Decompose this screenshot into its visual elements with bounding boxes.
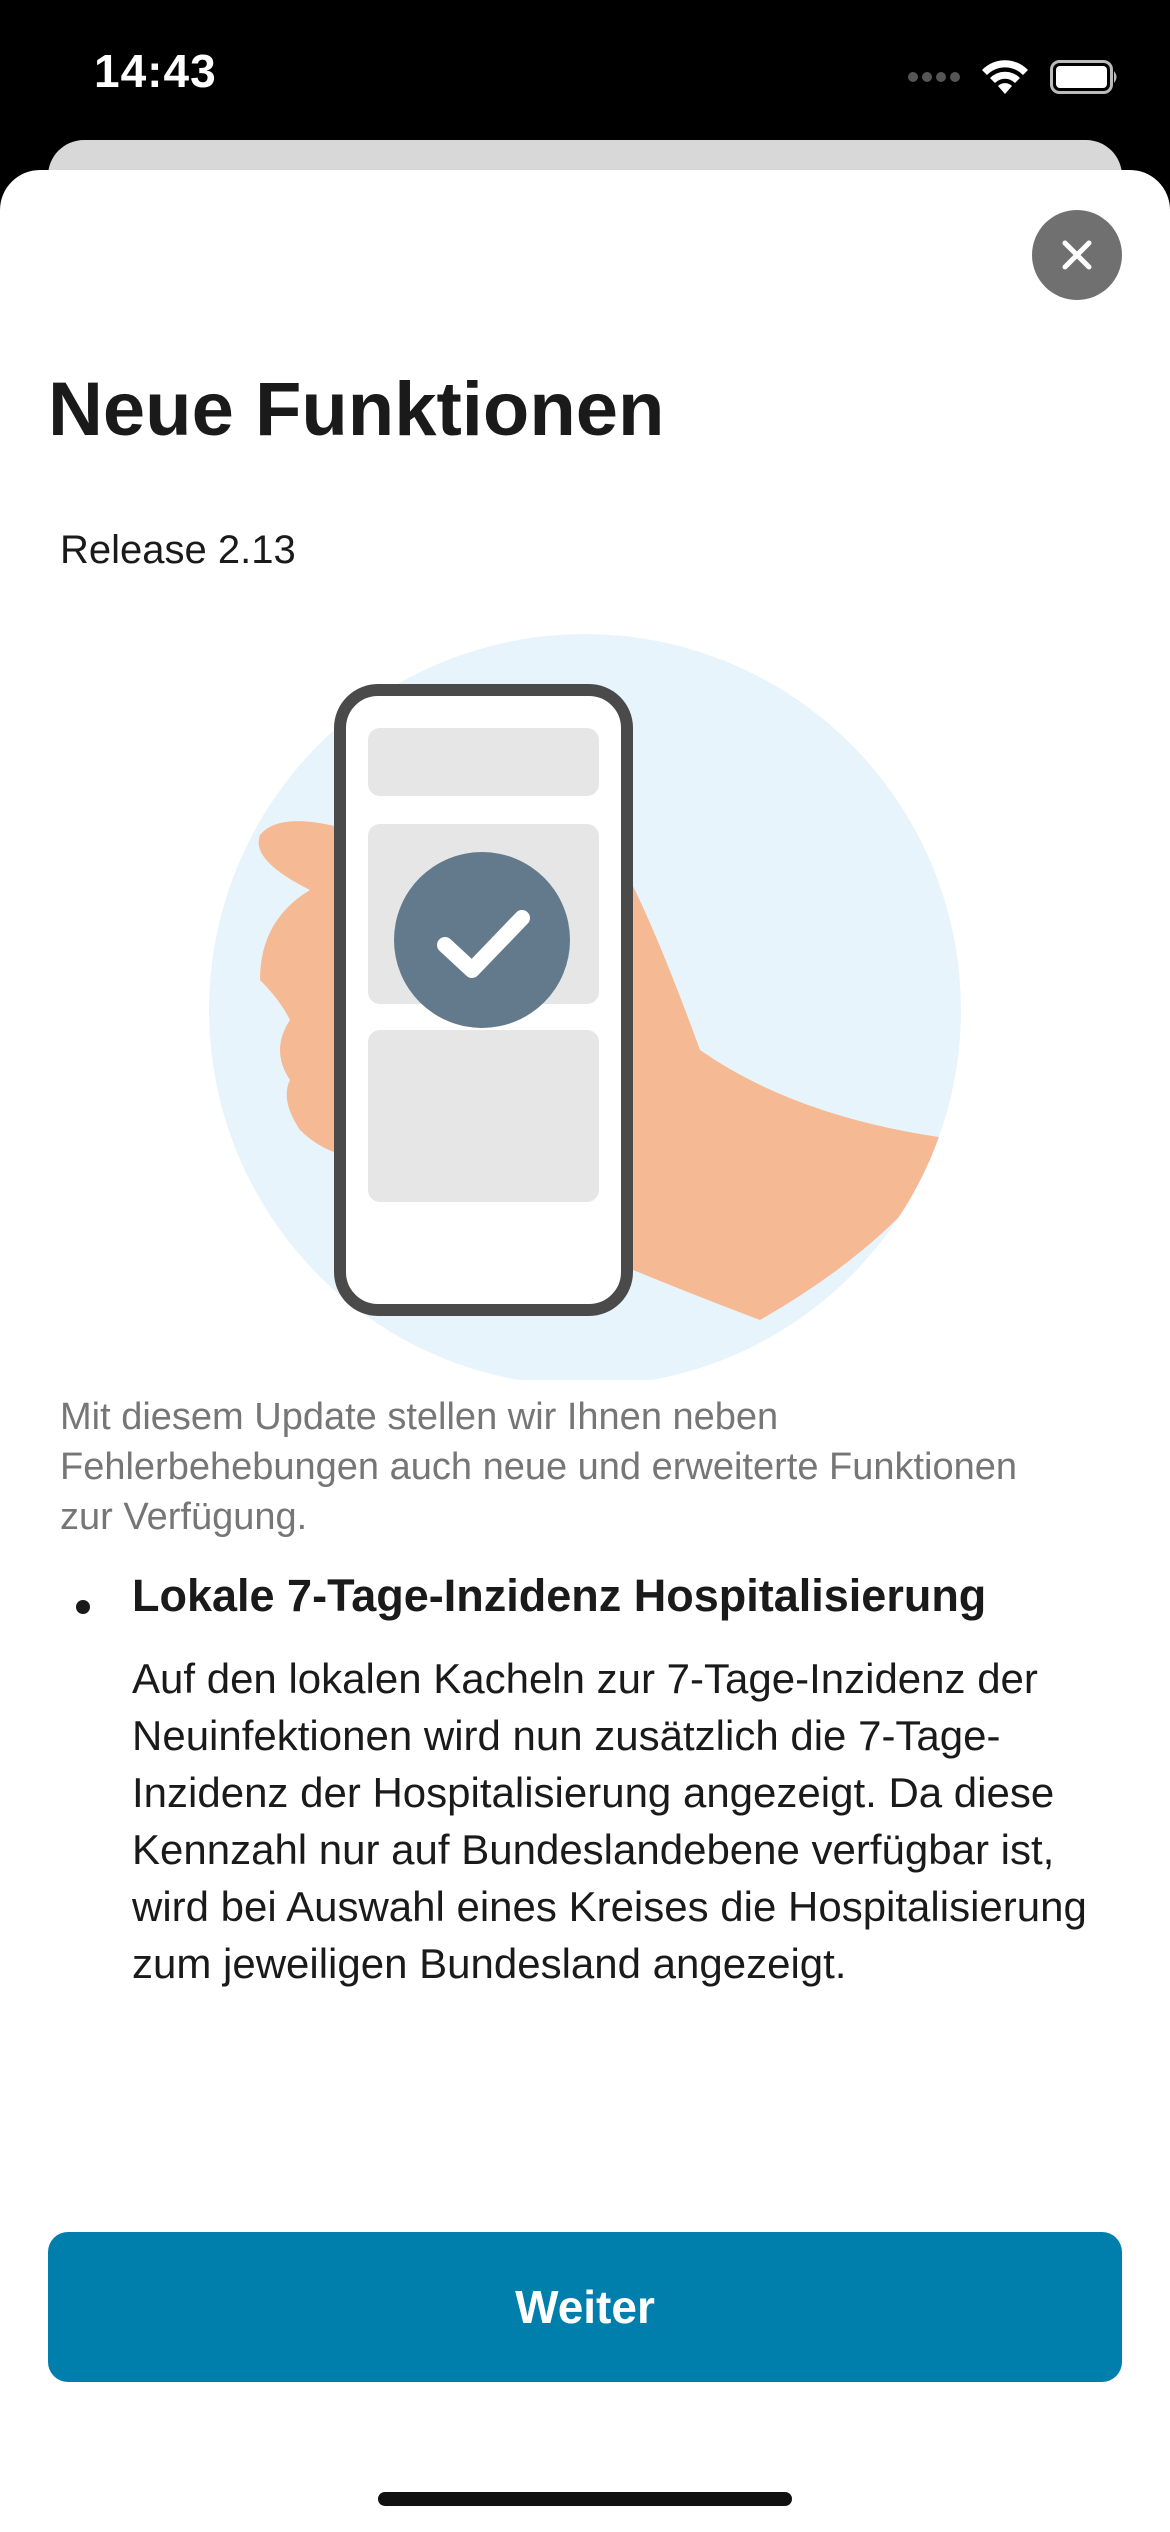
battery-icon [1050,60,1117,94]
release-label: Release 2.13 [60,528,296,572]
new-features-sheet: Neue Funktionen Release 2.13 Mit diesem … [0,170,1170,2532]
page-title: Neue Funktionen [48,367,665,452]
phone-placeholder-bar [368,728,599,796]
feature-description: Auf den lokalen Kacheln zur 7-Tage-Inzid… [132,1655,1087,1987]
close-icon [1062,240,1092,270]
wifi-icon [982,60,1028,94]
phone-placeholder-block-lower [368,1030,599,1202]
close-button[interactable] [1032,210,1122,300]
signal-dots-icon [908,72,960,82]
status-time: 14:43 [94,45,217,97]
continue-button[interactable]: Weiter [48,2232,1122,2382]
hand-holding-phone-illustration [209,634,961,1380]
status-bar: 14:43 [0,0,1170,150]
status-icons [908,52,1120,102]
feature-bullet [76,1600,90,1614]
feature-title: Lokale 7-Tage-Inzidenz Hospitalisierung [132,1570,987,1621]
home-indicator [378,2492,792,2506]
intro-text: Mit diesem Update stellen wir Ihnen nebe… [60,1396,1018,1538]
check-circle-icon [394,852,570,1028]
